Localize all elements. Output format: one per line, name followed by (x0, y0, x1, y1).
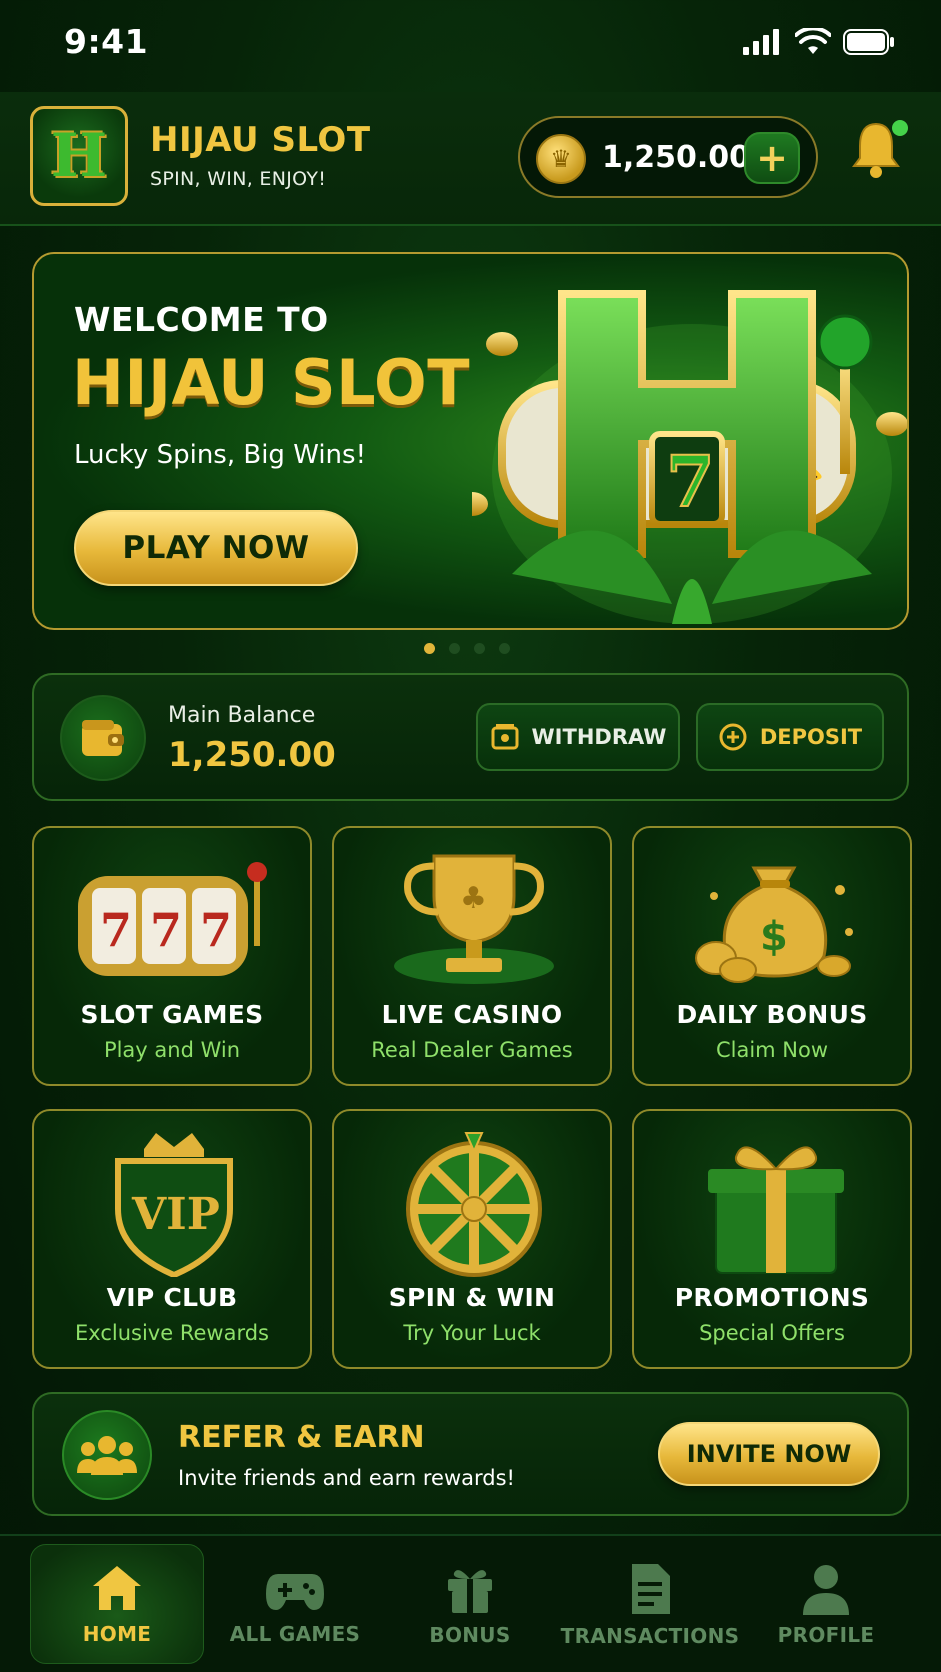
tile-daily-bonus[interactable]: $ DAILY BONUS Claim Now (632, 826, 912, 1086)
app-header: H HIJAU SLOT SPIN, WIN, ENJOY! ♛ 1,250.0… (0, 92, 941, 226)
coin-balance-value: 1,250.00 (602, 140, 751, 175)
refer-subtitle: Invite friends and earn rewards! (178, 1466, 515, 1490)
carousel-dot[interactable] (474, 643, 485, 654)
carousel-dot[interactable] (449, 643, 460, 654)
tile-live-casino[interactable]: ♣ LIVE CASINO Real Dealer Games (332, 826, 612, 1086)
add-coins-button[interactable]: + (744, 132, 800, 184)
users-icon (62, 1410, 152, 1500)
carousel-dot[interactable] (424, 643, 435, 654)
tile-title: SLOT GAMES (80, 1000, 264, 1029)
tile-vip-club[interactable]: VIP VIP CLUB Exclusive Rewards (32, 1109, 312, 1369)
vip-shield-icon: VIP (115, 1133, 233, 1277)
deposit-button[interactable]: DEPOSIT (696, 703, 884, 771)
refer-title: REFER & EARN (178, 1420, 425, 1455)
tile-spin-win[interactable]: SPIN & WIN Try Your Luck (332, 1109, 612, 1369)
hero-title: HIJAU SLOT (72, 346, 470, 419)
carousel-dots[interactable] (424, 643, 510, 654)
tile-subtitle: Exclusive Rewards (75, 1321, 269, 1345)
tile-title: PROMOTIONS (674, 1283, 870, 1312)
tile-title: SPIN & WIN (388, 1283, 556, 1312)
nav-bonus[interactable]: BONUS (386, 1536, 554, 1672)
refer-card: REFER & EARN Invite friends and earn rew… (32, 1392, 909, 1516)
nav-label: TRANSACTIONS (560, 1624, 740, 1648)
status-time: 9:41 (64, 22, 149, 61)
notification-dot (892, 120, 908, 136)
hero-banner[interactable]: WELCOME TO HIJAU SLOT Lucky Spins, Big W… (32, 252, 909, 630)
tile-title: VIP CLUB (106, 1283, 238, 1312)
nav-all-games[interactable]: ALL GAMES (214, 1536, 376, 1672)
status-icons (743, 28, 895, 56)
withdraw-icon (491, 724, 519, 750)
nav-label: BONUS (429, 1623, 511, 1647)
gift-nav-icon (448, 1570, 492, 1613)
balance-card: Main Balance 1,250.00 WITHDRAW DEPOSIT (32, 673, 909, 801)
coin-balance-pill[interactable]: ♛ 1,250.00 + (518, 116, 818, 198)
app-logo[interactable]: H (30, 106, 128, 206)
svg-text:7: 7 (200, 903, 232, 957)
user-icon (803, 1565, 849, 1615)
svg-text:7: 7 (100, 903, 132, 957)
bottom-nav: HOME ALL GAMES BONUS TRANSACTIONS PROFIL… (0, 1534, 941, 1672)
tile-subtitle: Special Offers (699, 1321, 845, 1345)
wallet-icon (60, 695, 146, 781)
wifi-icon (795, 28, 831, 54)
deposit-label: DEPOSIT (759, 725, 863, 749)
battery-icon (843, 29, 894, 55)
brand-subtitle: SPIN, WIN, ENJOY! (150, 168, 327, 190)
svg-text:VIP: VIP (131, 1189, 220, 1240)
document-icon (632, 1564, 670, 1614)
hero-tagline: Lucky Spins, Big Wins! (74, 440, 367, 470)
balance-label: Main Balance (168, 703, 316, 728)
carousel-dot[interactable] (499, 643, 510, 654)
play-now-button[interactable]: PLAY NOW (74, 510, 358, 586)
gift-icon (708, 1146, 844, 1274)
crown-coin-icon: ♛ (536, 134, 586, 184)
hero-welcome: WELCOME TO (74, 300, 329, 339)
nav-transactions[interactable]: TRANSACTIONS (560, 1536, 740, 1672)
home-icon (93, 1566, 141, 1610)
signal-icon (743, 29, 779, 55)
tile-slot-games[interactable]: 7 7 7 SLOT GAMES Play and Win (32, 826, 312, 1086)
tile-title: DAILY BONUS (676, 1000, 868, 1029)
tile-subtitle: Try Your Luck (403, 1321, 541, 1345)
svg-text:7: 7 (666, 440, 715, 523)
wheel-icon (406, 1132, 542, 1277)
tile-promotions[interactable]: PROMOTIONS Special Offers (632, 1109, 912, 1369)
hero-slot-logo-art: ♣ 🔔 7 (472, 290, 907, 624)
tile-subtitle: Play and Win (103, 1038, 241, 1062)
withdraw-label: WITHDRAW (531, 725, 667, 749)
trophy-icon: ♣ (394, 854, 554, 984)
money-bag-icon: $ (695, 866, 853, 983)
nav-home[interactable]: HOME (30, 1544, 204, 1664)
svg-text:7: 7 (150, 903, 182, 957)
tile-title: LIVE CASINO (381, 1000, 563, 1029)
nav-profile[interactable]: PROFILE (748, 1536, 904, 1672)
nav-label: HOME (82, 1622, 152, 1646)
tile-subtitle: Claim Now (715, 1038, 829, 1062)
withdraw-button[interactable]: WITHDRAW (476, 703, 680, 771)
tile-subtitle: Real Dealer Games (371, 1038, 573, 1062)
plus-circle-icon (719, 723, 747, 751)
balance-value: 1,250.00 (168, 735, 336, 775)
nav-label: PROFILE (777, 1623, 875, 1647)
svg-text:♣: ♣ (460, 881, 487, 916)
slot-machine-icon: 7 7 7 (78, 862, 267, 976)
invite-now-button[interactable]: INVITE NOW (658, 1422, 880, 1486)
nav-label: ALL GAMES (229, 1622, 361, 1646)
svg-text:$: $ (760, 914, 788, 960)
gamepad-icon (266, 1574, 324, 1610)
brand-title: HIJAU SLOT (150, 120, 371, 160)
